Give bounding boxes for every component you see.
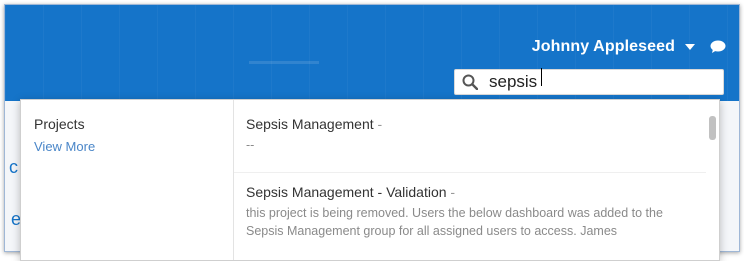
results-scrollbar[interactable] [708,104,717,254]
result-item[interactable]: Sepsis Management - Validation - this pr… [246,184,694,240]
category-title: Projects [34,116,85,132]
chat-bubble-icon[interactable] [709,38,727,56]
search-input[interactable] [489,72,709,92]
result-divider [234,172,706,173]
search-icon[interactable] [461,73,479,91]
scrollbar-thumb[interactable] [709,116,716,140]
result-description: -- [246,138,255,152]
top-header-bar: Johnny Appleseed [5,5,739,101]
result-title[interactable]: Sepsis Management [246,116,374,132]
user-name[interactable]: Johnny Appleseed [532,38,675,56]
nav-underline [249,61,319,64]
view-more-link[interactable]: View More [34,139,95,154]
search-box[interactable] [454,69,724,95]
result-separator: - [446,184,456,200]
partial-text-1: c [9,157,18,177]
search-results-dropdown: Projects View More Sepsis Management - -… [20,99,720,261]
result-item[interactable]: Sepsis Management - -- [246,116,694,154]
user-menu[interactable]: Johnny Appleseed [532,35,727,59]
result-description: this project is being removed. Users the… [246,206,663,238]
results-list: Sepsis Management - -- Sepsis Management… [234,100,706,260]
text-cursor [541,68,542,86]
result-title[interactable]: Sepsis Management - Validation [246,184,447,200]
result-separator: - [373,116,383,132]
category-column: Projects View More [21,100,234,260]
caret-down-icon[interactable] [685,44,695,50]
